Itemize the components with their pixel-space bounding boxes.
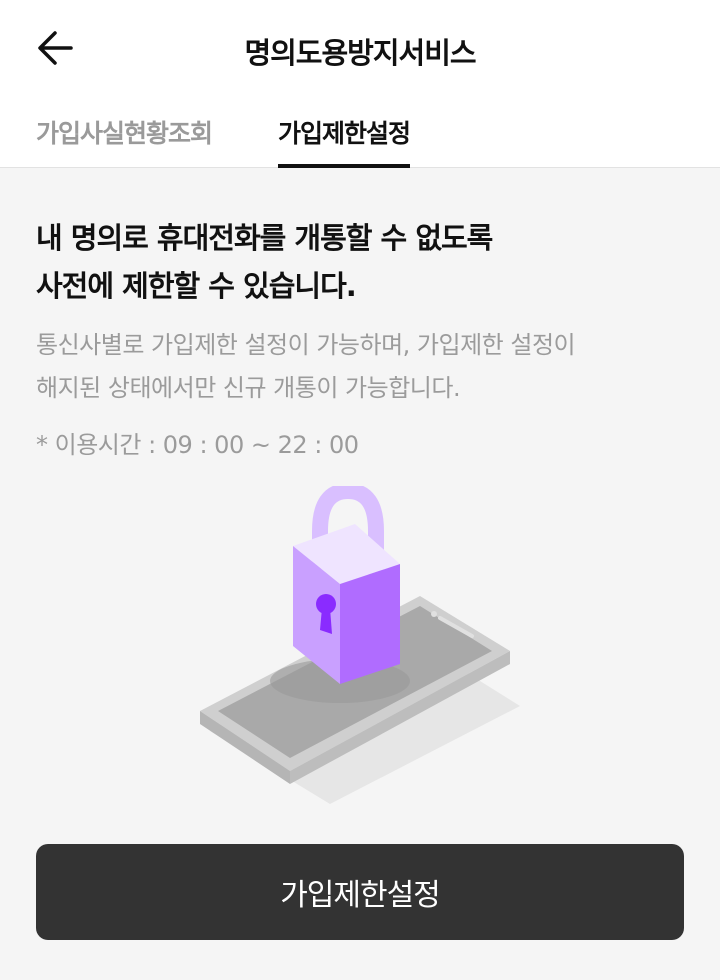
headline-line-2: 사전에 제한할 수 있습니다. <box>36 269 357 303</box>
tab-subscription-status[interactable]: 가입사실현황조회 <box>36 114 213 168</box>
description: 통신사별로 가입제한 설정이 가능하며, 가입제한 설정이 해지된 상태에서만 … <box>36 324 686 410</box>
app-header: 명의도용방지서비스 <box>0 0 720 96</box>
tab-subscription-restriction[interactable]: 가입제한설정 <box>278 114 411 168</box>
lock-on-phone-icon <box>200 486 520 804</box>
tab-bar: 가입사실현황조회 가입제한설정 <box>0 96 720 168</box>
restriction-setting-button[interactable]: 가입제한설정 <box>36 844 684 940</box>
headline: 내 명의로 휴대전화를 개통할 수 없도록 사전에 제한할 수 있습니다. <box>36 214 686 310</box>
active-tab-indicator <box>278 164 411 168</box>
tab-label: 가입제한설정 <box>278 119 411 148</box>
service-hours: * 이용시간 : 09 : 00 ~ 22 : 00 <box>36 431 359 459</box>
description-line-2: 해지된 상태에서만 신규 개통이 가능합니다. <box>36 374 461 402</box>
headline-line-1: 내 명의로 휴대전화를 개통할 수 없도록 <box>36 221 493 255</box>
page-title: 명의도용방지서비스 <box>244 36 476 70</box>
description-line-1: 통신사별로 가입제한 설정이 가능하며, 가입제한 설정이 <box>36 331 576 359</box>
